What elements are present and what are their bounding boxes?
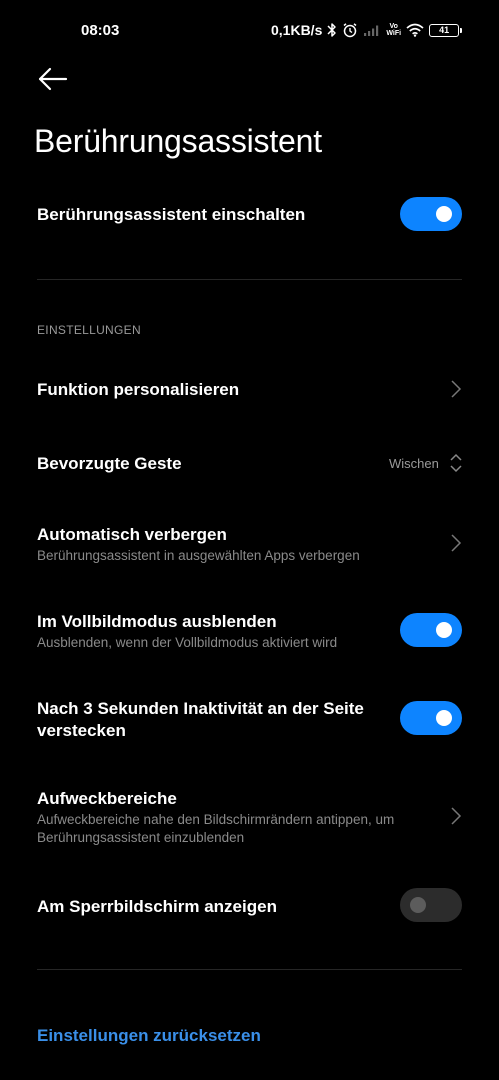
setting-subtitle: Berührungsassistent in ausgewählten Apps… bbox=[37, 548, 360, 563]
setting-title: Nach 3 Sekunden Inaktivität an der Seite… bbox=[37, 699, 364, 740]
divider bbox=[37, 279, 462, 280]
setting-title: Am Sperrbildschirm anzeigen bbox=[37, 897, 277, 916]
alarm-icon bbox=[342, 22, 358, 38]
toggle-knob bbox=[436, 622, 452, 638]
wifi-icon bbox=[406, 23, 424, 37]
vowifi-top: Vo bbox=[389, 23, 398, 30]
chevron-right-icon bbox=[451, 380, 462, 398]
fullscreen-hide-toggle[interactable] bbox=[400, 613, 462, 647]
setting-title: Aufweckbereiche bbox=[37, 789, 177, 808]
status-time: 08:03 bbox=[81, 22, 120, 39]
setting-subtitle: Ausblenden, wenn der Vollbildmodus aktiv… bbox=[37, 635, 338, 650]
toggle-knob bbox=[410, 897, 426, 913]
vowifi-bottom: WiFi bbox=[386, 30, 402, 37]
reset-settings-link[interactable]: Einstellungen zurücksetzen bbox=[37, 1026, 261, 1046]
page-title: Berührungsassistent bbox=[34, 123, 322, 159]
gesture-value: Wischen bbox=[389, 456, 439, 471]
bluetooth-icon bbox=[327, 22, 337, 38]
battery-level: 41 bbox=[439, 25, 450, 35]
back-arrow-icon bbox=[38, 67, 68, 91]
main-toggle-label: Berührungsassistent einschalten bbox=[37, 205, 306, 224]
signal-icon bbox=[363, 23, 381, 37]
select-updown-icon bbox=[450, 453, 462, 473]
section-header: EINSTELLUNGEN bbox=[37, 323, 141, 337]
network-speed: 0,1KB/s bbox=[271, 22, 323, 38]
lockscreen-toggle[interactable] bbox=[400, 888, 462, 922]
toggle-knob bbox=[436, 710, 452, 726]
toggle-knob bbox=[436, 206, 452, 222]
chevron-right-icon bbox=[451, 534, 462, 552]
vowifi-icon: Vo WiFi bbox=[386, 23, 401, 37]
back-button[interactable] bbox=[36, 64, 70, 94]
chevron-right-icon bbox=[451, 807, 462, 825]
setting-title: Im Vollbildmodus ausblenden bbox=[37, 612, 277, 631]
setting-title: Bevorzugte Geste bbox=[37, 454, 182, 473]
status-icons: 0,1KB/s Vo WiFi 41 bbox=[271, 20, 463, 40]
divider bbox=[37, 969, 462, 970]
setting-title: Automatisch verbergen bbox=[37, 525, 227, 544]
setting-subtitle: Aufweckbereiche nahe den Bildschirmrände… bbox=[37, 812, 395, 845]
battery-icon: 41 bbox=[429, 23, 463, 37]
inactivity-hide-toggle[interactable] bbox=[400, 701, 462, 735]
setting-title: Funktion personalisieren bbox=[37, 380, 240, 399]
main-toggle-switch[interactable] bbox=[400, 197, 462, 231]
